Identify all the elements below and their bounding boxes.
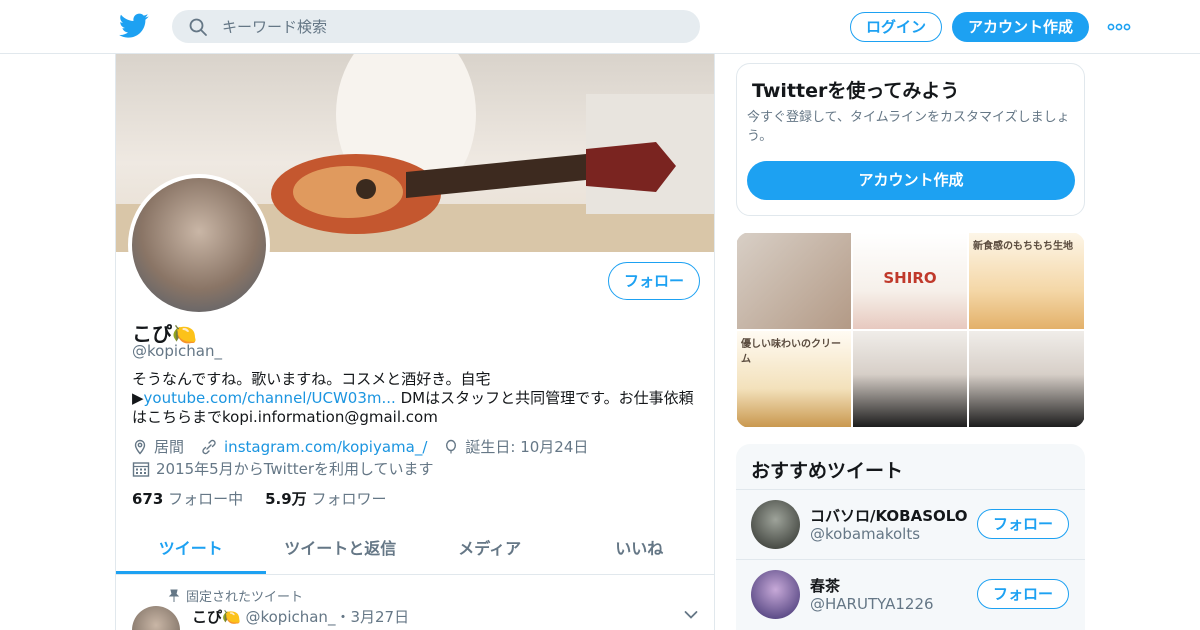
profile-tabs: ツイート ツイートと返信 メディア いいね bbox=[116, 526, 714, 575]
pin-icon bbox=[168, 589, 180, 602]
profile-birthday: 誕生日: 10月24日 bbox=[465, 438, 589, 456]
media-thumbnail[interactable] bbox=[852, 330, 968, 428]
media-caption: 優しい味わいのクリーム bbox=[741, 339, 841, 365]
tab-tweets[interactable]: ツイート bbox=[116, 526, 266, 574]
login-button[interactable]: ログイン bbox=[850, 12, 942, 42]
tab-tweets-and-replies[interactable]: ツイートと返信 bbox=[266, 526, 416, 574]
birthday-balloon-icon bbox=[446, 439, 457, 453]
recommended-user[interactable]: コバソロ/KOBASOLO @kobamakolts フォロー bbox=[736, 489, 1085, 558]
recommended-user-handle: @HARUTYA1226 bbox=[810, 595, 934, 613]
tab-likes[interactable]: いいね bbox=[565, 526, 715, 574]
tweet-author-avatar[interactable] bbox=[132, 606, 180, 630]
pinned-label: 固定されたツイート bbox=[186, 590, 304, 605]
media-grid: SHIRO 新食感のもちもち生地 優しい味わいのクリーム bbox=[736, 232, 1085, 428]
following-count-link[interactable]: 673 フォロー中 bbox=[132, 488, 243, 509]
media-caption: 新食感のもちもち生地 bbox=[973, 241, 1073, 252]
top-nav: ログイン アカウント作成 bbox=[0, 0, 1200, 54]
media-caption bbox=[737, 233, 851, 241]
profile-handle: @kopichan_ bbox=[132, 342, 222, 360]
follow-button[interactable]: フォロー bbox=[608, 262, 700, 300]
tab-media[interactable]: メディア bbox=[415, 526, 565, 574]
chevron-down-icon[interactable] bbox=[684, 610, 698, 620]
signup-card-description: 今すぐ登録して、タイムラインをカスタマイズしましょう。 bbox=[747, 110, 1070, 144]
recommended-user[interactable]: 春茶 @HARUTYA1226 フォロー bbox=[736, 559, 1085, 628]
followers-count-link[interactable]: 5.9万 フォロワー bbox=[265, 488, 386, 509]
profile-avatar[interactable] bbox=[128, 174, 270, 316]
profile-website-link[interactable]: instagram.com/kopiyama_/ bbox=[224, 438, 427, 456]
calendar-icon bbox=[132, 461, 150, 477]
signup-card-title: Twitterを使ってみよう bbox=[752, 80, 960, 102]
media-caption: SHIRO bbox=[883, 269, 937, 287]
search-bar bbox=[172, 10, 700, 43]
media-thumbnail[interactable]: 優しい味わいのクリーム bbox=[736, 330, 852, 428]
recommended-title: おすすめツイート bbox=[751, 460, 904, 482]
recommended-user-name[interactable]: 春茶 bbox=[810, 575, 840, 596]
recommended-follow-button[interactable]: フォロー bbox=[977, 509, 1069, 539]
recommended-user-name[interactable]: コバソロ/KOBASOLO bbox=[810, 505, 968, 526]
profile-location: 居間 bbox=[154, 438, 185, 456]
media-caption bbox=[853, 331, 967, 339]
avatar[interactable] bbox=[751, 570, 800, 619]
signup-card: Twitterを使ってみよう 今すぐ登録して、タイムラインをカスタマイズしましょ… bbox=[736, 63, 1085, 216]
tweet-author-name[interactable]: こぴ🍋 bbox=[192, 608, 241, 626]
profile-joined-date: 2015年5月からTwitterを利用しています bbox=[156, 460, 434, 478]
recommended-user-handle: @kobamakolts bbox=[810, 525, 921, 543]
media-thumbnail[interactable] bbox=[968, 330, 1085, 428]
link-icon bbox=[202, 439, 216, 454]
following-count: 673 bbox=[132, 490, 164, 508]
search-icon bbox=[189, 18, 207, 36]
profile-column: フォロー こぴ🍋 @kopichan_ そうなんですね。歌いますね。コスメと酒好… bbox=[115, 54, 715, 630]
signup-card-button[interactable]: アカウント作成 bbox=[747, 161, 1075, 200]
followers-count: 5.9万 bbox=[265, 490, 307, 508]
media-thumbnail[interactable] bbox=[736, 232, 852, 330]
following-label: フォロー中 bbox=[168, 490, 244, 508]
location-icon bbox=[134, 439, 146, 455]
more-options-icon[interactable] bbox=[1106, 18, 1132, 36]
media-thumbnail[interactable]: 新食感のもちもち生地 bbox=[968, 232, 1085, 330]
search-input[interactable] bbox=[222, 10, 682, 43]
media-caption bbox=[969, 331, 1084, 339]
pinned-indicator: 固定されたツイート bbox=[168, 586, 303, 605]
tweet-date[interactable]: ・3月27日 bbox=[335, 608, 409, 626]
recommended-tweets: おすすめツイート コバソロ/KOBASOLO @kobamakolts フォロー… bbox=[736, 444, 1085, 630]
avatar[interactable] bbox=[751, 500, 800, 549]
profile-bio: そうなんですね。歌いますね。コスメと酒好き。自宅 ▶youtube.com/ch… bbox=[132, 370, 702, 427]
bio-text: そうなんですね。歌いますね。コスメと酒好き。自宅 bbox=[132, 370, 491, 388]
profile-joined-row: 2015年5月からTwitterを利用しています bbox=[132, 458, 434, 479]
tweet-header: こぴ🍋 @kopichan_・3月27日 bbox=[192, 606, 409, 627]
bio-youtube-link[interactable]: youtube.com/channel/UCW03m... bbox=[144, 389, 396, 407]
recommended-follow-button[interactable]: フォロー bbox=[977, 579, 1069, 609]
profile-counts: 673 フォロー中 5.9万 フォロワー bbox=[132, 488, 386, 509]
profile-meta-row: 居間 instagram.com/kopiyama_/ 誕生日: 10月24日 bbox=[132, 436, 588, 457]
tweet-author-handle[interactable]: @kopichan_ bbox=[245, 608, 335, 626]
media-thumbnail[interactable]: SHIRO bbox=[852, 232, 968, 330]
bio-arrow: ▶ bbox=[132, 389, 144, 407]
followers-label: フォロワー bbox=[311, 490, 387, 508]
signup-button[interactable]: アカウント作成 bbox=[952, 12, 1089, 42]
twitter-logo-icon[interactable] bbox=[119, 12, 149, 40]
